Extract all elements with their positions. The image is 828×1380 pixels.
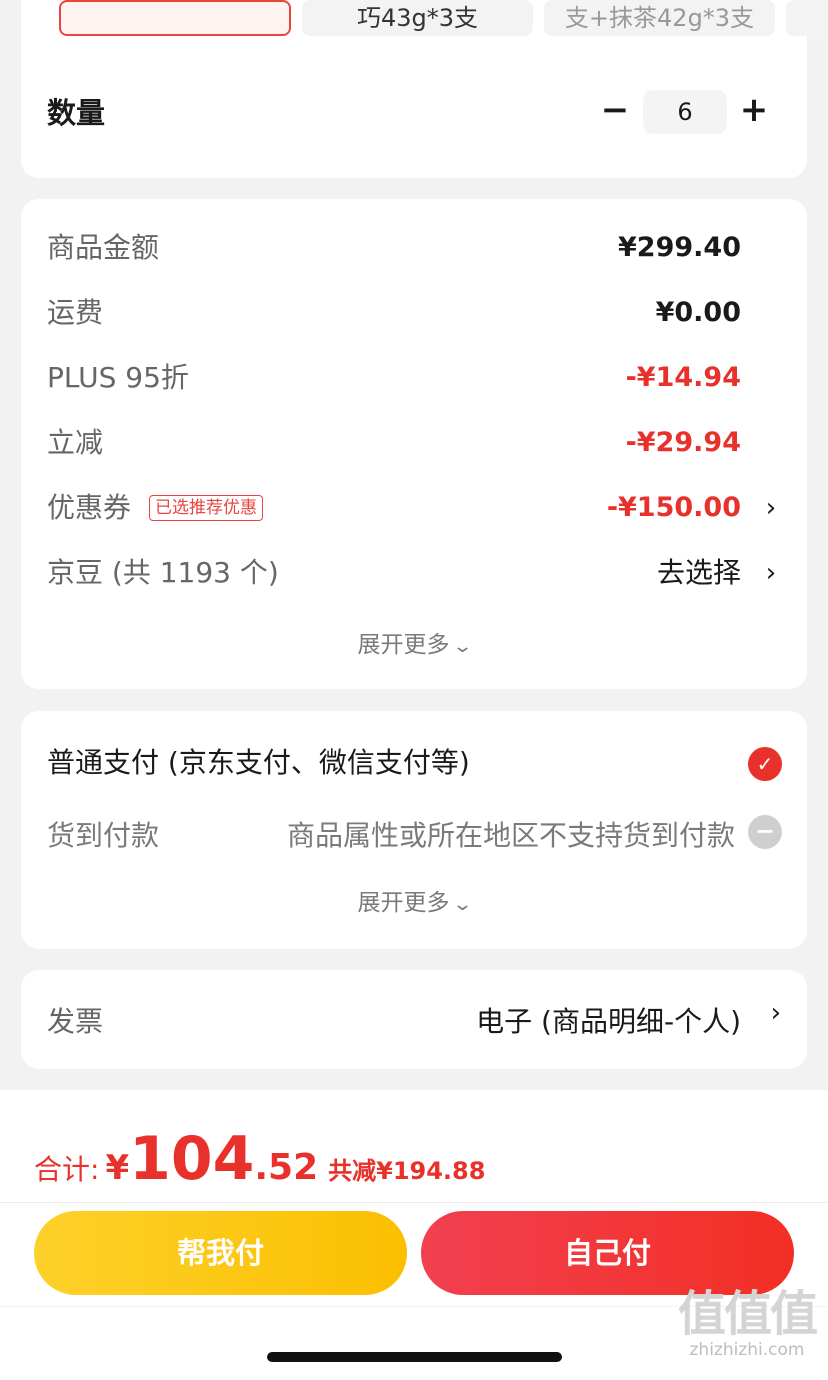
row-value: -¥29.94 bbox=[625, 427, 741, 458]
help-pay-button[interactable]: 帮我付 bbox=[34, 1211, 407, 1295]
row-value: ¥299.40 bbox=[618, 232, 741, 263]
row-value: -¥150.00 bbox=[606, 492, 741, 523]
expand-more-label: 展开更多 bbox=[357, 632, 450, 658]
invoice-value: 电子 (商品明细-个人) bbox=[476, 1005, 741, 1038]
watermark-url: zhizhizhi.com bbox=[689, 1340, 805, 1360]
row-value: -¥14.94 bbox=[625, 362, 741, 393]
checkout-bar: 合计: ¥104.52 共减¥194.88 帮我付 自己付 值值值 zhizhizh… bbox=[0, 1090, 828, 1380]
recommended-coupon-badge: 已选推荐优惠 bbox=[149, 495, 263, 521]
quantity-label: 数量 bbox=[47, 96, 106, 130]
home-indicator[interactable] bbox=[267, 1352, 562, 1362]
chevron-down-icon: ⌄ bbox=[452, 894, 474, 915]
price-breakdown-card: 商品金额 ¥299.40 运费 ¥0.00 PLUS 95折 -¥14.94 立… bbox=[21, 199, 807, 689]
product-spec-card: 巧43g*3支 支+抹茶42g*3支 数量 − 6 + bbox=[21, 0, 828, 178]
expand-more-button[interactable]: 展开更多 ⌄ bbox=[21, 883, 807, 917]
check-circle-icon[interactable]: ✓ bbox=[748, 747, 782, 781]
payment-option-cod: 货到付款 bbox=[47, 819, 160, 852]
divider bbox=[0, 1202, 828, 1203]
cod-unavailable-note: 商品属性或所在地区不支持货到付款 bbox=[286, 819, 735, 852]
price-row-coupon[interactable]: 优惠券 已选推荐优惠 -¥150.00 › bbox=[47, 483, 781, 533]
order-total: 合计: ¥104.52 共减¥194.88 bbox=[34, 1124, 485, 1194]
total-label: 合计: bbox=[34, 1153, 100, 1186]
payment-option-standard[interactable]: 普通支付 (京东支付、微信支付等) bbox=[47, 741, 470, 781]
spec-option[interactable]: 巧43g*3支 bbox=[302, 0, 533, 36]
total-saved: 共减¥194.88 bbox=[328, 1157, 486, 1185]
chevron-right-icon: › bbox=[765, 558, 777, 588]
quantity-decrease-button[interactable]: − bbox=[597, 88, 633, 132]
price-row-goods-amount: 商品金额 ¥299.40 bbox=[47, 223, 781, 273]
spec-option[interactable] bbox=[786, 0, 828, 36]
invoice-row[interactable]: 发票 电子 (商品明细-个人) › bbox=[21, 970, 807, 1069]
expand-more-label: 展开更多 bbox=[357, 890, 450, 916]
chevron-down-icon: ⌄ bbox=[452, 636, 474, 657]
quantity-increase-button[interactable]: + bbox=[736, 88, 772, 132]
self-pay-button[interactable]: 自己付 bbox=[421, 1211, 794, 1295]
chevron-right-icon: › bbox=[770, 998, 781, 1028]
row-label: 优惠券 bbox=[47, 491, 132, 524]
payment-method-card: 普通支付 (京东支付、微信支付等) ✓ 货到付款 商品属性或所在地区不支持货到付… bbox=[21, 711, 807, 949]
watermark: 值值值 zhizhizhi.com bbox=[677, 1286, 818, 1360]
expand-more-button[interactable]: 展开更多 ⌄ bbox=[21, 625, 807, 659]
minus-circle-icon: − bbox=[748, 815, 782, 849]
watermark-logo: 值值值 bbox=[677, 1286, 818, 1342]
total-decimal: .52 bbox=[254, 1147, 319, 1188]
row-label: 运费 bbox=[47, 296, 104, 329]
total-integer: 104 bbox=[129, 1124, 255, 1194]
row-label: 京豆 (共 1193 个) bbox=[47, 556, 279, 589]
chevron-right-icon: › bbox=[765, 493, 777, 523]
row-value: 去选择 bbox=[656, 556, 741, 589]
spec-option[interactable]: 支+抹茶42g*3支 bbox=[544, 0, 775, 36]
price-row-shipping: 运费 ¥0.00 bbox=[47, 288, 781, 338]
row-value: ¥0.00 bbox=[655, 297, 741, 328]
total-currency: ¥ bbox=[105, 1148, 130, 1188]
price-row-plus-discount: PLUS 95折 -¥14.94 bbox=[47, 353, 781, 403]
row-label: 立减 bbox=[47, 426, 104, 459]
spec-option-selected[interactable] bbox=[59, 0, 291, 36]
row-label: 商品金额 bbox=[47, 231, 160, 264]
price-row-jingdou[interactable]: 京豆 (共 1193 个) 去选择 › bbox=[47, 548, 781, 598]
row-label: PLUS 95折 bbox=[47, 361, 189, 394]
invoice-label: 发票 bbox=[47, 1005, 104, 1038]
quantity-value[interactable]: 6 bbox=[643, 90, 727, 134]
price-row-instant-discount: 立减 -¥29.94 bbox=[47, 418, 781, 468]
